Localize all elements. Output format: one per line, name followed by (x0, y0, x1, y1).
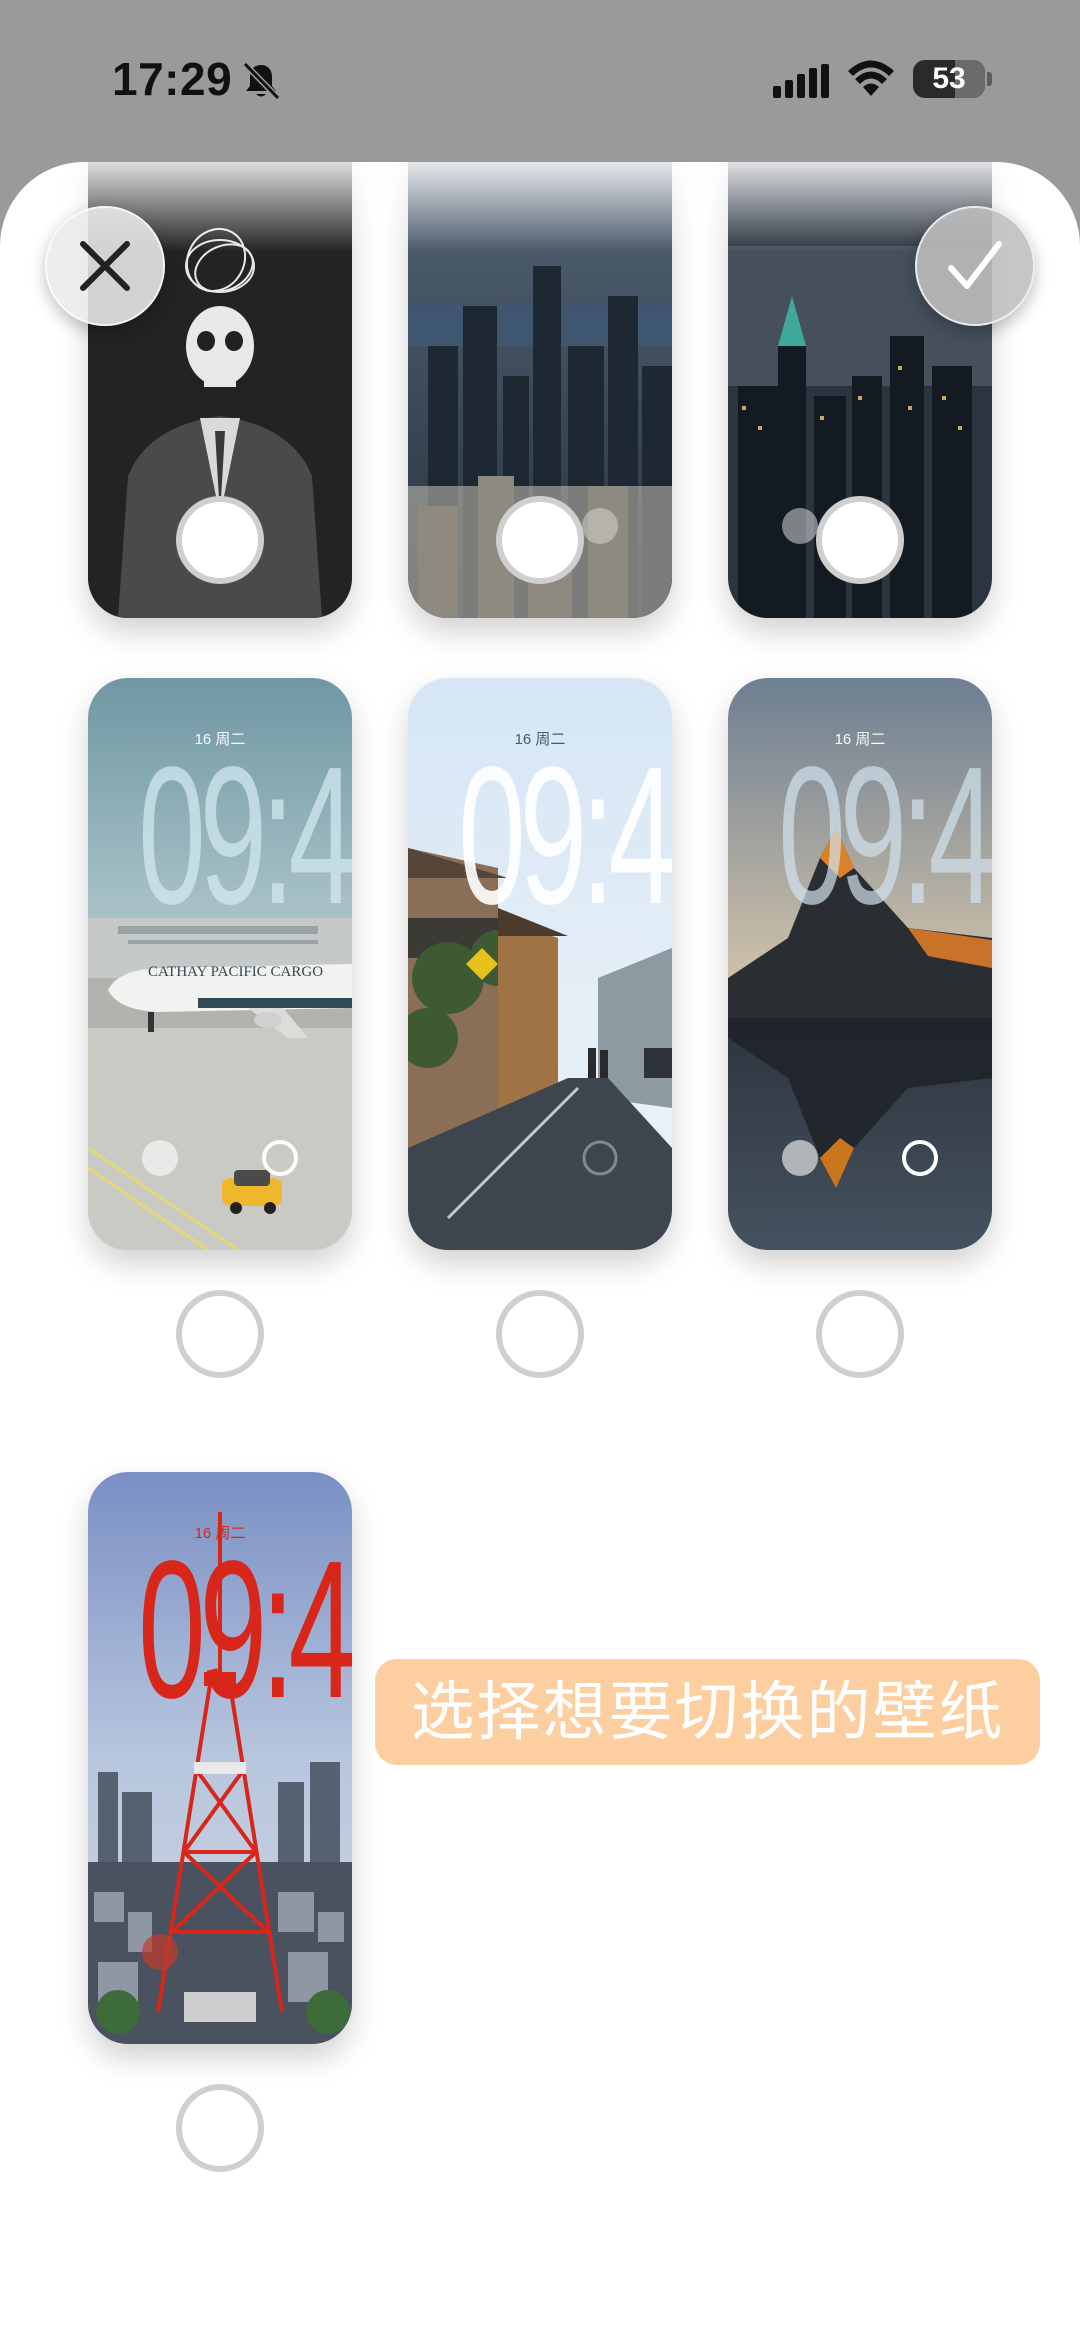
confirm-button[interactable] (915, 206, 1035, 326)
wallpaper-card-japan-street[interactable]: 16 周二 09:41 (408, 678, 672, 1250)
wallpaper-card-cathay-plane[interactable]: 16 周二 09:41 CATHAY PACIFIC CARGO (88, 678, 352, 1250)
wifi-icon (848, 60, 894, 96)
select-radio-2[interactable] (496, 496, 584, 584)
select-radio-6[interactable] (816, 1290, 904, 1378)
checkmark-icon (948, 241, 1002, 289)
wallpaper-picker-screen: 17:29 53 16 周二 09: CATHAY PACIFIC CARGO … (0, 0, 1080, 2341)
select-radio-7[interactable] (176, 2084, 264, 2172)
status-time: 17:29 (112, 53, 233, 105)
select-radio-4[interactable] (176, 1290, 264, 1378)
select-radio-3[interactable] (816, 496, 904, 584)
card-clock: 09:41 (138, 726, 352, 945)
select-radio-5[interactable] (496, 1290, 584, 1378)
wallpaper-card-matterhorn[interactable]: 16 周二 09:41 (728, 678, 992, 1250)
card-clock: 09:41 (778, 726, 992, 945)
wallpaper-sheet: 16 周二 09:41 CATHAY PACIFIC CARGO (0, 162, 1080, 2341)
cellular-signal-icon (773, 64, 829, 98)
close-icon (80, 241, 130, 291)
select-radio-1[interactable] (176, 496, 264, 584)
card-clock: 09:41 (138, 1520, 352, 1739)
wallpaper-card-tokyo-tower[interactable]: 16 周二 09:41 (88, 1472, 352, 2044)
battery-tip (987, 72, 992, 86)
close-button[interactable] (45, 206, 165, 326)
status-bar: 17:29 53 (0, 0, 1080, 160)
plane-livery-text: CATHAY PACIFIC CARGO (148, 964, 324, 980)
bell-muted-icon (242, 61, 281, 101)
battery-indicator: 53 (913, 60, 985, 98)
hint-banner: 选择想要切换的壁纸 (375, 1659, 1040, 1765)
card-clock: 09:41 (458, 726, 672, 945)
